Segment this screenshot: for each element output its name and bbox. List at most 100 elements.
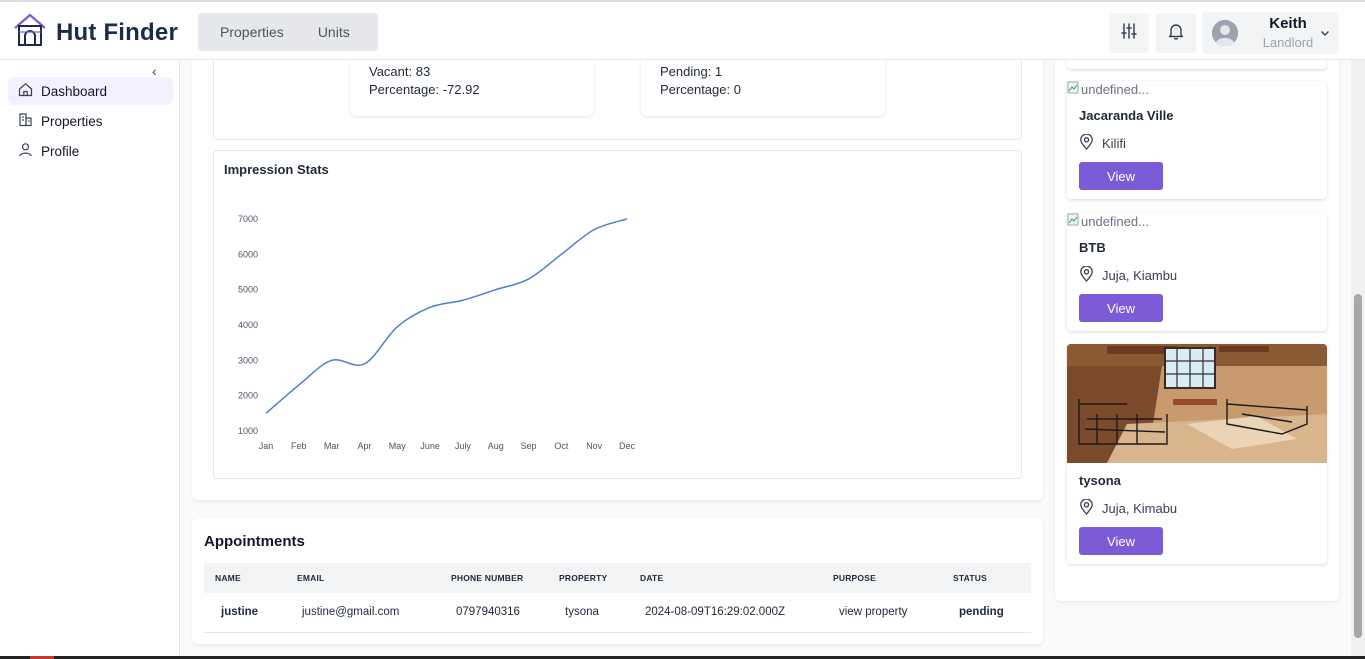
property-photo (1067, 344, 1327, 463)
sliders-icon (1120, 22, 1138, 45)
page-scrollbar-thumb[interactable] (1354, 294, 1362, 638)
user-menu[interactable]: Keith Landlord (1202, 12, 1339, 54)
user-name: Keith (1269, 15, 1307, 32)
y-tick-label: 4000 (238, 320, 258, 330)
vacant-units-card: Vacant: 83 Percentage: -72.92 (350, 60, 594, 116)
data-point[interactable] (394, 324, 400, 330)
home-icon (18, 82, 33, 100)
sidebar-item-label: Properties (41, 113, 103, 129)
chevron-down-icon (1319, 26, 1331, 44)
user-icon (18, 142, 33, 160)
sidebar-item-label: Profile (41, 143, 80, 159)
vacant-count: Vacant: 83 (369, 64, 431, 79)
cell-purpose: view property (839, 606, 908, 618)
sidebar-item-dashboard[interactable]: Dashboard (8, 77, 173, 105)
x-tick-label: Jan (259, 441, 274, 451)
map-pin-icon (1079, 498, 1094, 518)
pending-units-card: Pending: 1 Percentage: 0 (641, 60, 885, 116)
sidebar-item-profile[interactable]: Profile (8, 137, 173, 165)
impression-line-chart: 1000 2000 3000 4000 5000 6000 7000 Jan Feb Mar Apr… (238, 214, 636, 451)
x-tick-label: Oct (554, 441, 569, 451)
view-property-button[interactable]: View (1079, 294, 1163, 322)
property-image: undefined... (1067, 213, 1149, 229)
appointments-title: Appointments (204, 533, 305, 550)
app-logo[interactable]: Hut Finder (12, 12, 178, 53)
data-point[interactable] (624, 216, 630, 222)
property-image: undefined... (1067, 81, 1149, 97)
data-point[interactable] (329, 357, 335, 363)
data-point[interactable] (263, 410, 269, 416)
y-tick-label: 7000 (238, 214, 258, 224)
cell-status: pending (959, 606, 1004, 618)
property-card: undefined... BTB Juja, Kiambu View (1067, 213, 1327, 331)
property-location: Juja, Kiambu (1079, 265, 1178, 285)
building-icon (18, 112, 33, 130)
cell-date: 2024-08-09T16:29:02.000Z (645, 606, 786, 618)
data-point[interactable] (526, 276, 532, 282)
data-point[interactable] (558, 251, 564, 257)
x-tick-label: Apr (357, 441, 371, 451)
data-point[interactable] (361, 361, 367, 367)
view-property-button[interactable]: View (1079, 527, 1163, 555)
pending-count: Pending: 1 (660, 64, 723, 79)
data-point[interactable] (296, 382, 302, 388)
x-tick-label: Feb (291, 441, 307, 451)
column-header-status: STATUS (953, 573, 987, 583)
x-tick-label: Mar (324, 441, 340, 451)
column-header-property: PROPERTY (559, 573, 608, 583)
header-nav: Properties Units (198, 13, 378, 51)
property-card: undefined... Jacaranda Ville Kilifi View (1067, 81, 1327, 199)
y-tick-label: 6000 (238, 249, 258, 259)
view-property-button[interactable]: View (1079, 162, 1163, 190)
user-role: Landlord (1262, 35, 1314, 50)
notifications-button[interactable] (1156, 13, 1196, 53)
property-name: BTB (1079, 240, 1106, 255)
cell-email: justine@gmail.com (302, 606, 400, 618)
app-name: Hut Finder (56, 18, 178, 46)
cell-property: tysona (565, 606, 599, 618)
location-text: Juja, Kiambu (1102, 268, 1178, 283)
x-tick-label: June (420, 441, 440, 451)
data-point[interactable] (427, 304, 433, 310)
bell-icon (1167, 22, 1185, 45)
x-tick-label: Aug (488, 441, 504, 451)
data-point[interactable] (493, 287, 499, 293)
unit-summary-panel (213, 60, 1022, 140)
x-tick-label: May (389, 441, 407, 451)
property-card-previous (1067, 60, 1327, 69)
table-header: NAME EMAIL PHONE NUMBER PROPERTY DATE PU… (204, 563, 1031, 593)
y-tick-label: 1000 (238, 426, 258, 436)
data-point[interactable] (591, 227, 597, 233)
avatar (1212, 20, 1238, 46)
vacant-percentage: Percentage: -72.92 (369, 82, 480, 97)
impression-stats-panel: Impression Stats 1000 2000 3000 4000 5000 600… (213, 150, 1022, 479)
property-location: Kilifi (1079, 133, 1126, 153)
sidebar: ‹ Dashboard Properties Profile (0, 60, 180, 659)
column-header-name: NAME (215, 573, 241, 583)
series-line (265, 218, 628, 414)
property-name: Jacaranda Ville (1079, 108, 1174, 123)
image-alt-text: undefined... (1081, 81, 1149, 97)
y-tick-label: 3000 (238, 355, 258, 365)
table-row[interactable]: justine justine@gmail.com 0797940316 tys… (204, 596, 1031, 633)
tab-units[interactable]: Units (306, 24, 372, 40)
sidebar-item-properties[interactable]: Properties (8, 107, 173, 135)
map-pin-icon (1079, 265, 1094, 285)
appointments-card: Appointments NAME EMAIL PHONE NUMBER PRO… (192, 518, 1043, 644)
data-point[interactable] (460, 297, 466, 303)
location-text: Kilifi (1102, 136, 1126, 151)
broken-image-icon (1067, 81, 1079, 97)
map-pin-icon (1079, 133, 1094, 153)
cell-phone: 0797940316 (456, 606, 520, 618)
column-header-date: DATE (640, 573, 664, 583)
x-tick-label: Dec (619, 441, 636, 451)
cell-name: justine (221, 606, 259, 618)
y-tick-label: 5000 (238, 285, 258, 295)
column-header-phone: PHONE NUMBER (451, 573, 524, 583)
column-header-email: EMAIL (297, 573, 325, 583)
property-name: tysona (1079, 473, 1121, 488)
tab-properties[interactable]: Properties (198, 24, 306, 40)
property-card: tysona Juja, Kimabu View (1067, 344, 1327, 564)
image-alt-text: undefined... (1081, 213, 1149, 229)
filter-settings-button[interactable] (1109, 13, 1149, 53)
